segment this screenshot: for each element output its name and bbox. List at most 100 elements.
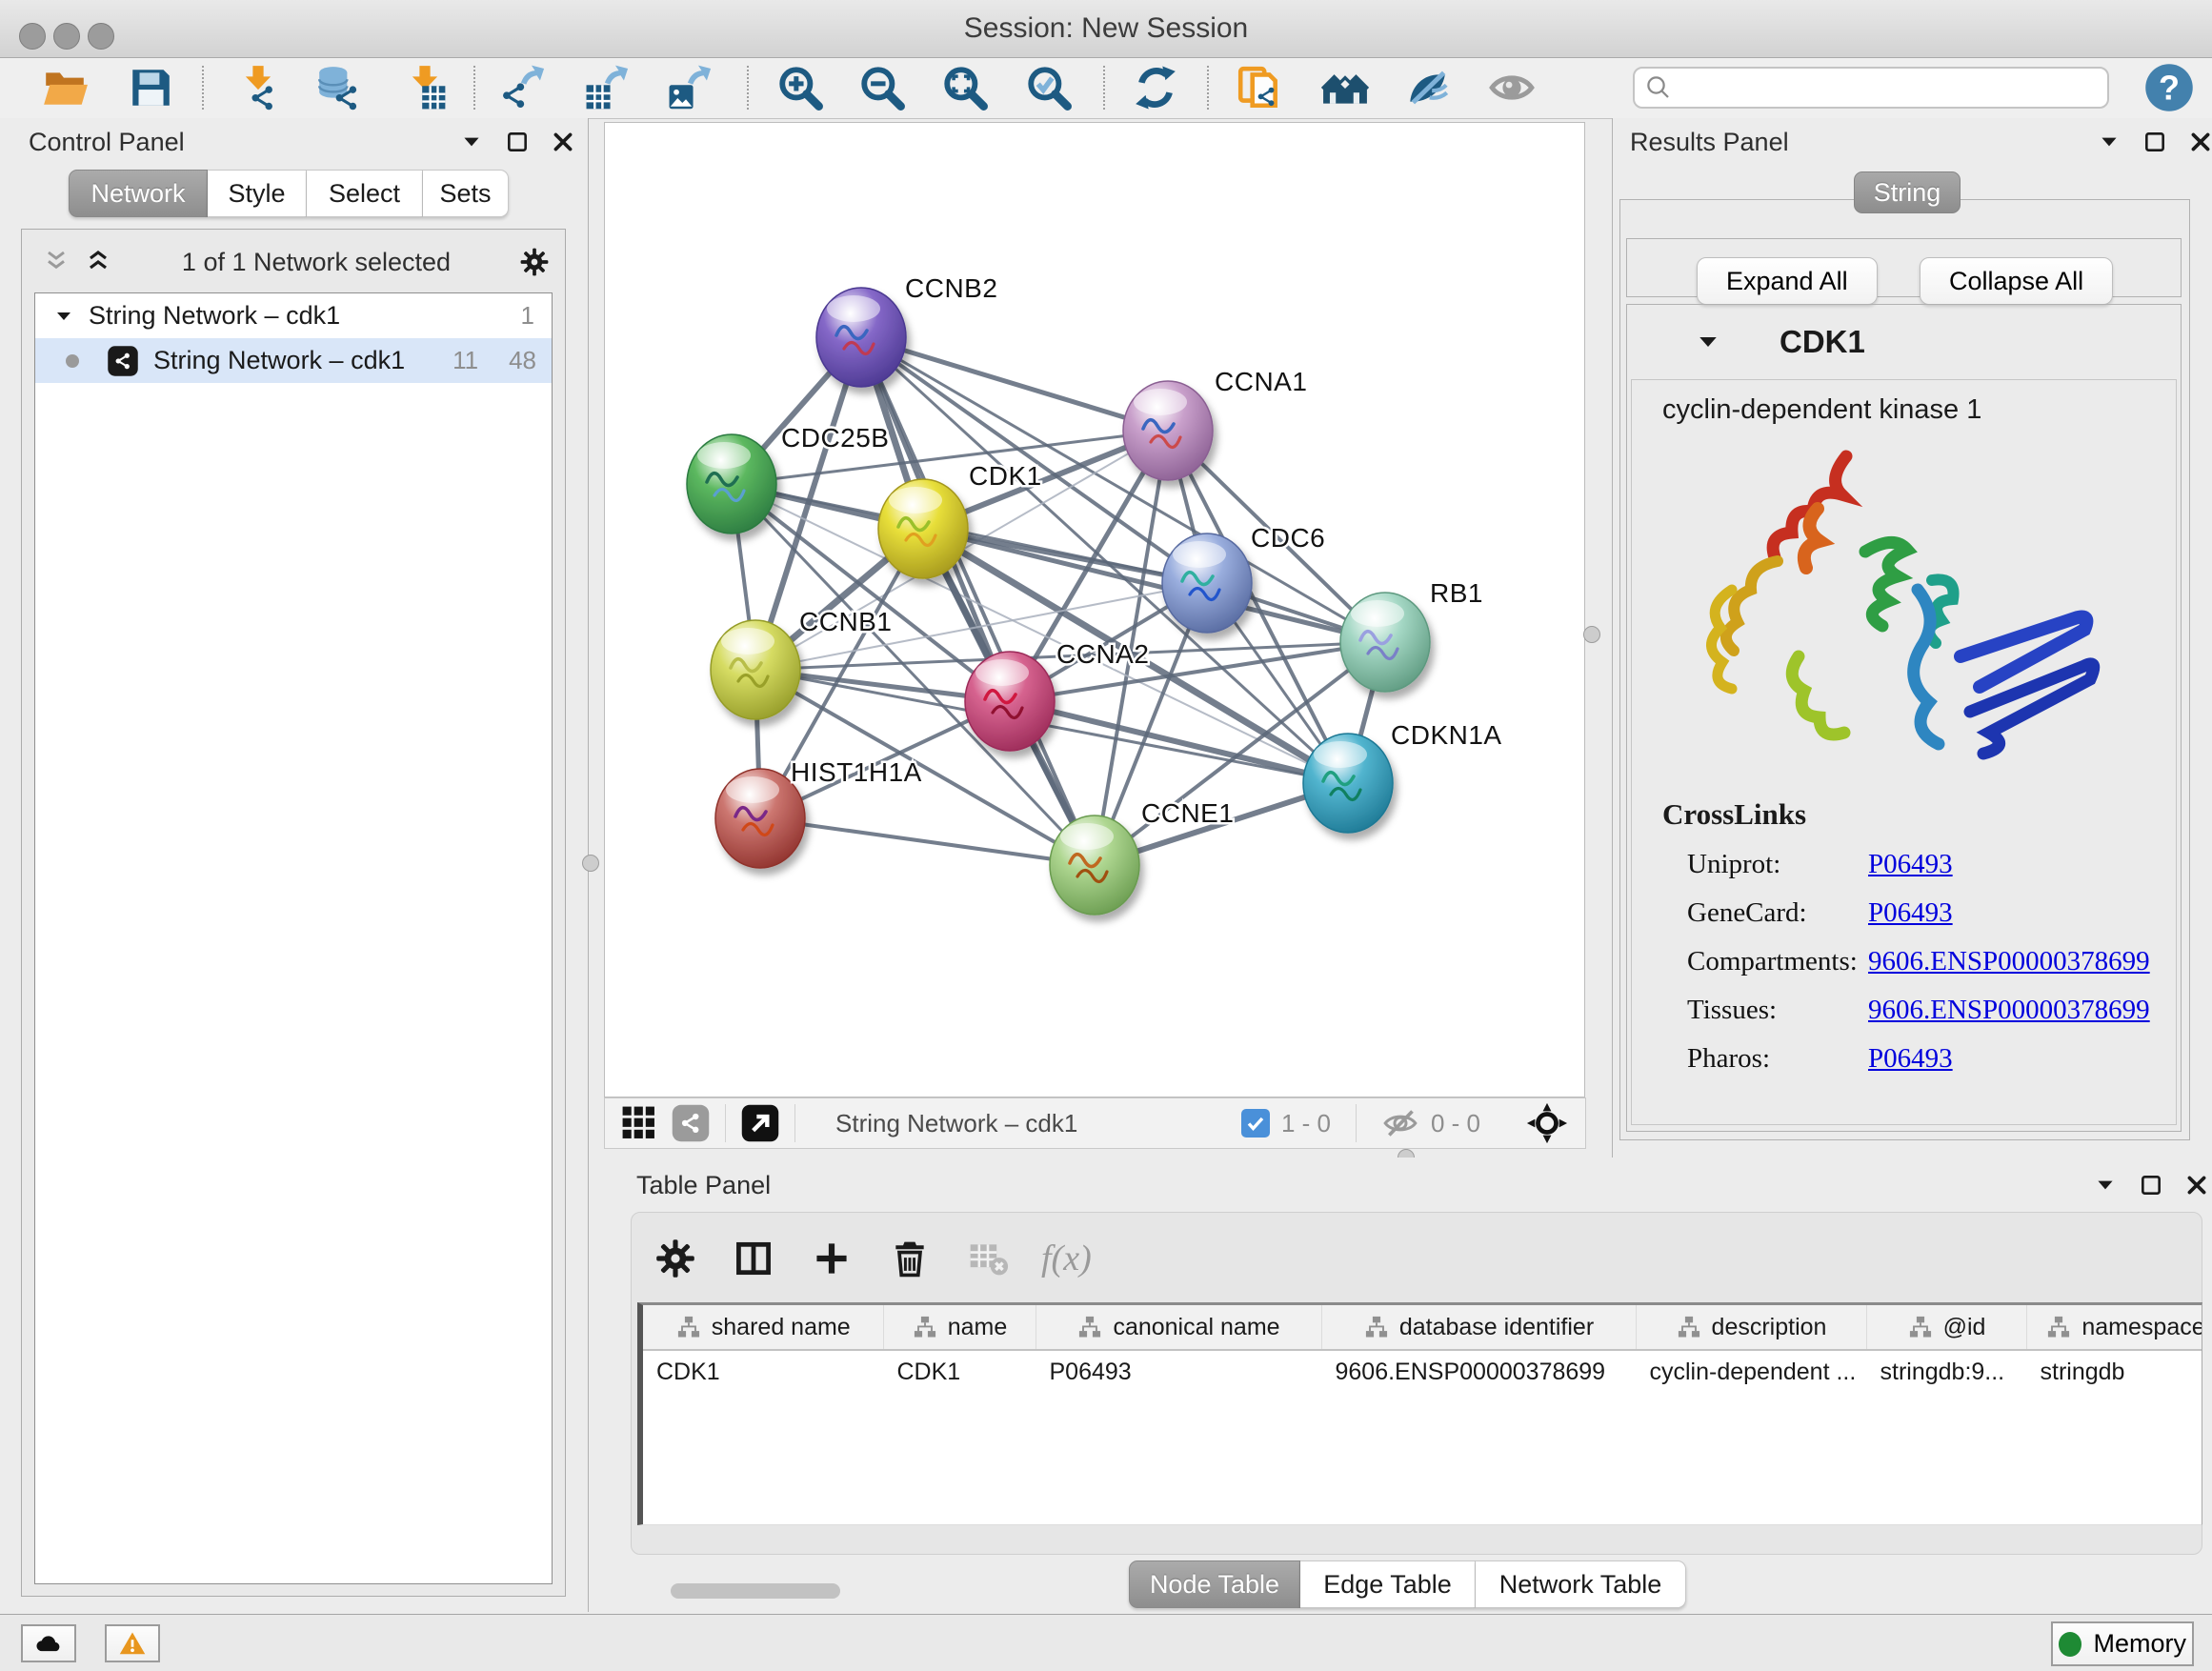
table-row[interactable]: CDK1CDK1P064939606.ENSP00000378699cyclin… (643, 1350, 2202, 1393)
grid-view-icon[interactable] (618, 1102, 660, 1144)
tab-network[interactable]: Network (69, 170, 208, 217)
tab-sets[interactable]: Sets (423, 170, 509, 217)
import-table-file-button[interactable] (398, 61, 452, 114)
network-manager-box: 1 of 1 Network selected String Network –… (21, 229, 566, 1597)
section-caret-icon[interactable] (1694, 328, 1722, 356)
table-options-gear-button[interactable] (651, 1234, 700, 1283)
crosslink-link[interactable]: 9606.ENSP00000378699 (1868, 995, 2150, 1026)
export-network-button[interactable] (496, 61, 550, 114)
crosslink-link[interactable]: 9606.ENSP00000378699 (1868, 946, 2150, 977)
network-node-CDC25B[interactable] (687, 434, 776, 534)
function-builder-fx-button[interactable]: f(x) (1041, 1238, 1092, 1279)
network-node-RB1[interactable] (1340, 593, 1430, 692)
svg-text:?: ? (2159, 68, 2180, 107)
network-node-CCNB2[interactable] (816, 288, 906, 387)
table-cell[interactable]: P06493 (1036, 1350, 1321, 1393)
cdk1-section-header[interactable]: CDK1 (1627, 305, 2181, 379)
tab-style[interactable]: Style (208, 170, 307, 217)
table-cell[interactable]: CDK1 (883, 1350, 1036, 1393)
table-horizontal-scrollbar[interactable] (671, 1583, 840, 1599)
table-cell[interactable]: stringdb:9... (1866, 1350, 2026, 1393)
import-network-file-button[interactable] (231, 61, 285, 114)
tab-node-table[interactable]: Node Table (1129, 1560, 1300, 1608)
table-cell[interactable]: CDK1 (643, 1350, 883, 1393)
collapse-all-button[interactable]: Collapse All (1920, 257, 2113, 305)
help-button[interactable]: ? (2143, 62, 2195, 113)
warnings-button[interactable] (105, 1624, 160, 1662)
export-table-button[interactable] (580, 61, 633, 114)
hide-graphics-details-button[interactable] (1401, 61, 1455, 114)
column-header-description[interactable]: description (1636, 1305, 1866, 1350)
home-views-button[interactable] (1318, 61, 1372, 114)
export-image-button[interactable] (663, 61, 716, 114)
collapse-panel-icon[interactable] (2093, 1173, 2118, 1198)
network-node-CCNA2[interactable] (965, 652, 1055, 751)
network-node-CDC6[interactable] (1162, 534, 1252, 633)
zoom-fit-button[interactable] (938, 61, 992, 114)
search-box[interactable] (1633, 67, 2109, 109)
column-header-name[interactable]: name (883, 1305, 1036, 1350)
collapse-panel-icon[interactable] (459, 130, 484, 154)
table-cell[interactable]: cyclin-dependent ... (1636, 1350, 1866, 1393)
cloud-tasks-button[interactable] (21, 1624, 76, 1662)
crosslink-row: Pharos:P06493 (1662, 1043, 2158, 1075)
network-node-CCNA1[interactable] (1123, 381, 1213, 480)
network-collection-row[interactable]: String Network – cdk1 1 (35, 293, 552, 338)
open-session-button[interactable] (38, 61, 91, 114)
network-node-CCNB1[interactable] (711, 620, 800, 719)
float-panel-icon[interactable] (2142, 130, 2167, 154)
column-header-namespace[interactable]: namespace (2026, 1305, 2202, 1350)
column-header-canonical-name[interactable]: canonical name (1036, 1305, 1321, 1350)
delete-column-trash-button[interactable] (885, 1234, 935, 1283)
network-row-selected[interactable]: String Network – cdk1 11 48 (35, 338, 552, 383)
tab-string[interactable]: String (1854, 171, 1961, 213)
memory-button[interactable]: Memory (2051, 1621, 2194, 1666)
close-panel-icon[interactable] (551, 130, 575, 154)
tab-edge-table[interactable]: Edge Table (1300, 1560, 1476, 1608)
expand-all-networks-icon[interactable] (83, 247, 113, 277)
collapse-panel-icon[interactable] (2097, 130, 2122, 154)
tab-select[interactable]: Select (307, 170, 423, 217)
network-node-CDK1[interactable] (878, 479, 968, 578)
left-splitter-handle[interactable] (582, 855, 599, 872)
collection-expand-caret-icon[interactable] (52, 305, 75, 328)
entry-description: cyclin-dependent kinase 1 (1662, 394, 1981, 426)
close-panel-icon[interactable] (2188, 130, 2212, 154)
column-header-database-identifier[interactable]: database identifier (1321, 1305, 1636, 1350)
network-canvas[interactable]: CCNB2CCNA1CDC25BCDK1CDC6RB1CCNB1CCNA2CDK… (604, 122, 1585, 1097)
tab-network-table[interactable]: Network Table (1476, 1560, 1686, 1608)
network-node-CDKN1A[interactable] (1303, 734, 1393, 833)
zoom-in-button[interactable] (774, 61, 827, 114)
fit-content-crosshair-icon[interactable] (1526, 1102, 1568, 1144)
network-options-gear-icon[interactable] (519, 247, 550, 277)
crosslink-link[interactable]: P06493 (1868, 1043, 1953, 1075)
clone-network-button[interactable] (1233, 61, 1286, 114)
table-cell[interactable]: 9606.ENSP00000378699 (1321, 1350, 1636, 1393)
column-header-@id[interactable]: @id (1866, 1305, 2026, 1350)
search-input[interactable] (1673, 70, 2107, 106)
table-cell[interactable]: stringdb (2026, 1350, 2202, 1393)
network-node-CCNE1[interactable] (1050, 815, 1139, 915)
birds-eye-view-icon[interactable] (739, 1102, 781, 1144)
right-splitter-handle[interactable] (1583, 626, 1600, 643)
expand-all-button[interactable]: Expand All (1697, 257, 1878, 305)
toolbar-separator (747, 66, 749, 110)
show-eye-button[interactable] (1485, 61, 1538, 114)
float-panel-icon[interactable] (2139, 1173, 2163, 1198)
import-network-database-button[interactable] (312, 61, 365, 114)
crosslink-link[interactable]: P06493 (1868, 897, 1953, 929)
show-columns-button[interactable] (729, 1234, 778, 1283)
close-panel-icon[interactable] (2184, 1173, 2209, 1198)
create-column-button[interactable] (807, 1234, 856, 1283)
zoom-selected-button[interactable] (1022, 61, 1076, 114)
column-header-shared-name[interactable]: shared name (643, 1305, 883, 1350)
collapse-all-networks-icon[interactable] (41, 247, 71, 277)
refresh-button[interactable] (1129, 61, 1182, 114)
zoom-out-button[interactable] (855, 61, 909, 114)
delete-table-button-disabled[interactable] (963, 1234, 1013, 1283)
crosslink-link[interactable]: P06493 (1868, 849, 1953, 880)
share-view-icon[interactable] (670, 1102, 712, 1144)
save-session-button[interactable] (124, 61, 177, 114)
float-panel-icon[interactable] (505, 130, 530, 154)
selected-checkbox-icon[interactable] (1241, 1109, 1270, 1137)
